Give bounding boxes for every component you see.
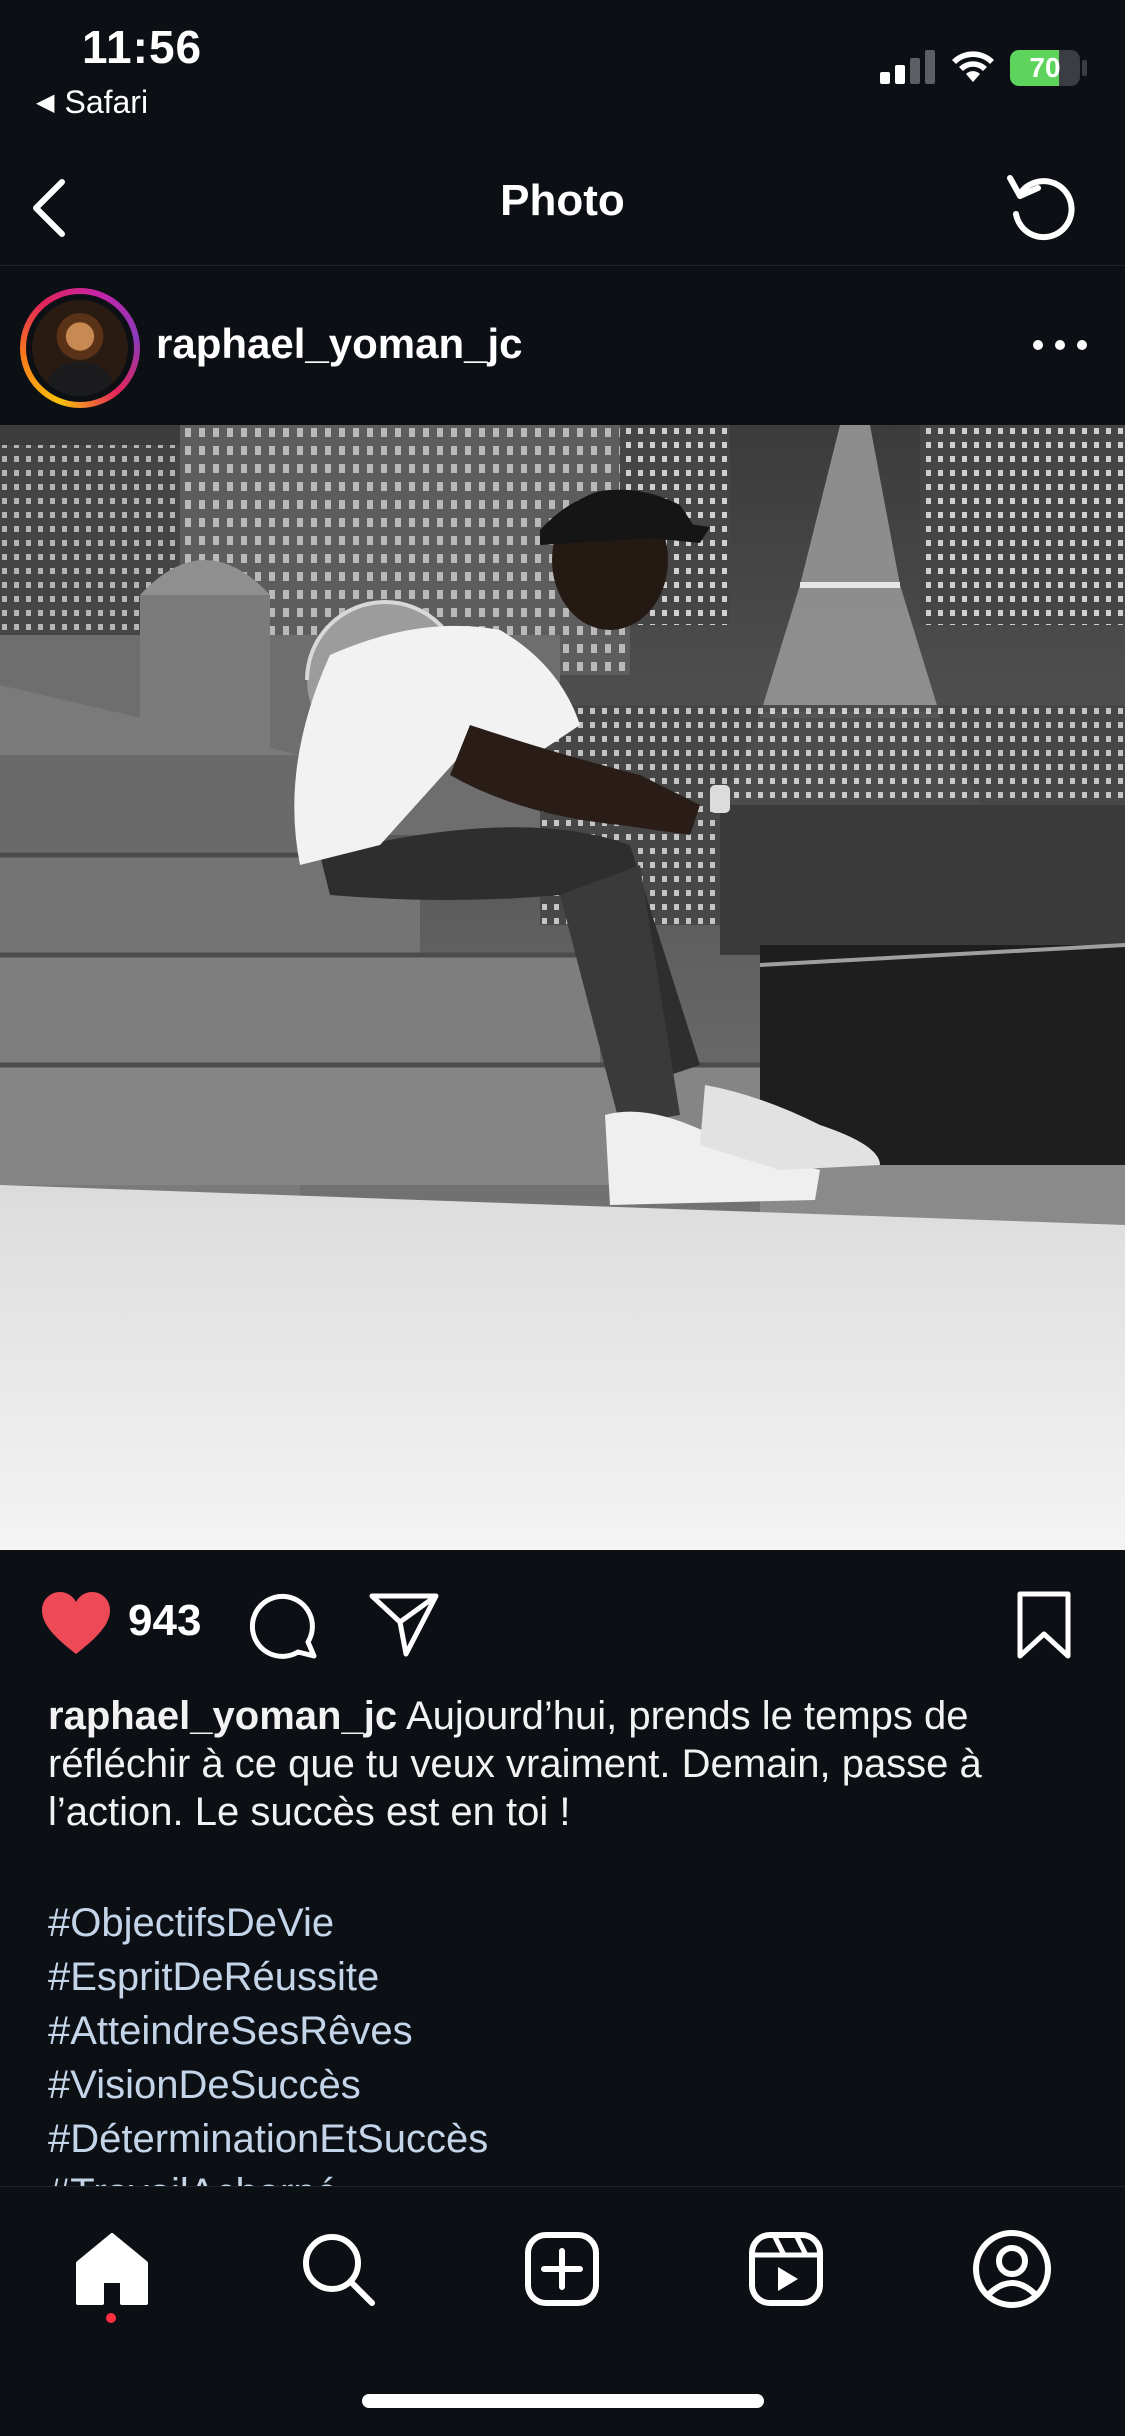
post-photo[interactable] <box>0 425 1125 1550</box>
profile-icon[interactable] <box>970 2227 1054 2311</box>
avatar[interactable] <box>32 300 128 396</box>
more-horizontal-icon[interactable] <box>1030 330 1090 360</box>
home-indicator[interactable] <box>362 2394 764 2408</box>
post-caption: raphael_yoman_jc Aujourd’hui, prends le … <box>48 1692 1088 1836</box>
nav-header: Photo <box>0 150 1125 266</box>
heart-icon[interactable] <box>40 1590 112 1658</box>
status-time: 11:56 <box>82 21 203 73</box>
refresh-icon[interactable] <box>1000 164 1084 248</box>
home-icon[interactable] <box>70 2227 154 2311</box>
hashtag[interactable]: #DéterminationEtSuccès <box>48 2112 1088 2166</box>
post-username[interactable]: raphael_yoman_jc <box>156 320 523 368</box>
wifi-icon <box>952 51 994 82</box>
hashtag[interactable]: #VisionDeSuccès <box>48 2058 1088 2112</box>
status-bar: 11:56 ◀ Safari 70 <box>0 0 1125 130</box>
photo-image <box>0 425 1125 1550</box>
hashtag[interactable]: #ObjectifsDeVie <box>48 1896 1088 1950</box>
post-header: raphael_yoman_jc <box>0 280 1125 425</box>
hashtag[interactable]: #AtteindreSesRêves <box>48 2004 1088 2058</box>
create-icon[interactable] <box>520 2227 604 2311</box>
battery-indicator: 70 <box>1010 50 1080 86</box>
back-triangle-icon: ◀ <box>36 89 55 116</box>
hashtag[interactable]: #EspritDeRéussite <box>48 1950 1088 2004</box>
comment-icon[interactable] <box>250 1590 320 1660</box>
search-icon[interactable] <box>296 2227 380 2311</box>
post-actions: 943 <box>0 1560 1125 1690</box>
battery-level: 70 <box>1029 52 1061 83</box>
back-to-app-link[interactable]: ◀ Safari <box>36 84 148 121</box>
back-app-label: Safari <box>64 84 149 120</box>
caption-username[interactable]: raphael_yoman_jc <box>48 1694 397 1738</box>
cellular-signal-icon <box>880 50 935 84</box>
notification-dot <box>106 2313 116 2323</box>
share-icon[interactable] <box>368 1590 440 1658</box>
hashtag[interactable]: #TravailAcharné <box>48 2166 1088 2186</box>
story-ring[interactable] <box>20 288 140 408</box>
battery-cap <box>1082 60 1087 76</box>
like-count[interactable]: 943 <box>128 1596 201 1646</box>
reels-icon[interactable] <box>744 2227 828 2311</box>
hashtag-list: #ObjectifsDeVie #EspritDeRéussite #Attei… <box>48 1896 1088 2186</box>
page-title: Photo <box>500 176 625 225</box>
bookmark-icon[interactable] <box>1014 1590 1074 1660</box>
